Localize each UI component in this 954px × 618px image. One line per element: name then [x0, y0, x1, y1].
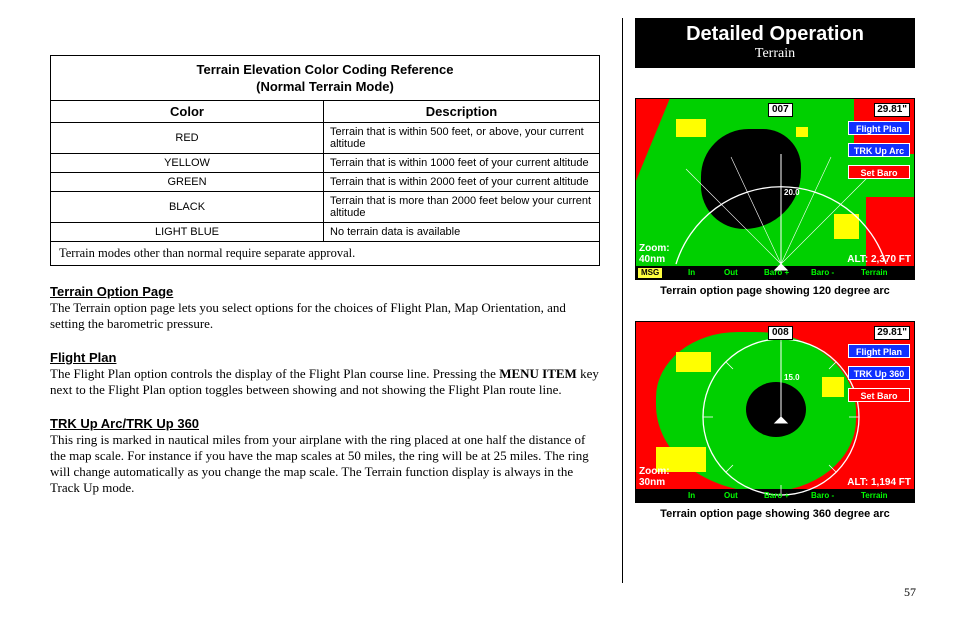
zoom-value: 30nm — [639, 477, 665, 488]
column-divider — [622, 18, 623, 583]
col-header-desc: Description — [324, 101, 600, 123]
section-body: This ring is marked in nautical miles fr… — [50, 432, 600, 496]
radar-display: 20.0 007 29.81" Flight Plan TRK Up Arc S… — [635, 98, 915, 280]
figure-120-arc: 20.0 007 29.81" Flight Plan TRK Up Arc S… — [635, 98, 915, 297]
section-heading: Flight Plan — [50, 350, 600, 365]
softkey-terrain[interactable]: Terrain — [861, 490, 888, 501]
page-header: Detailed Operation Terrain — [635, 18, 915, 68]
softkey-baro-plus[interactable]: Baro + — [764, 490, 789, 501]
table-row: BLACK Terrain that is more than 2000 fee… — [51, 192, 600, 223]
set-baro-button[interactable]: Set Baro — [848, 165, 910, 179]
figure-caption: Terrain option page showing 120 degree a… — [635, 285, 915, 297]
set-baro-button[interactable]: Set Baro — [848, 388, 910, 402]
color-cell: RED — [51, 123, 324, 154]
table-row: GREEN Terrain that is within 2000 feet o… — [51, 173, 600, 192]
zoom-value: 40nm — [639, 254, 665, 265]
desc-cell: Terrain that is more than 2000 feet belo… — [324, 192, 600, 223]
softkey-in[interactable]: In — [688, 267, 695, 278]
color-cell: LIGHT BLUE — [51, 223, 324, 242]
zoom-label: Zoom: — [639, 466, 670, 477]
color-reference-table: Terrain Elevation Color Coding Reference… — [50, 55, 600, 266]
altitude-readout: ALT: 2,370 FT — [847, 254, 911, 265]
waypoint-distance: 15.0 — [784, 372, 800, 383]
softkey-baro-plus[interactable]: Baro + — [764, 267, 789, 278]
flight-plan-button[interactable]: Flight Plan — [848, 121, 910, 135]
left-column: Terrain Elevation Color Coding Reference… — [50, 55, 600, 496]
table-row: YELLOW Terrain that is within 1000 feet … — [51, 154, 600, 173]
table-footnote: Terrain modes other than normal require … — [51, 242, 600, 266]
softkey-terrain[interactable]: Terrain — [861, 267, 888, 278]
softkey-in[interactable]: In — [688, 490, 695, 501]
section-body: The Terrain option page lets you select … — [50, 300, 600, 332]
trk-up-button[interactable]: TRK Up 360 — [848, 366, 910, 380]
section-heading: Terrain Option Page — [50, 284, 600, 299]
right-column: Detailed Operation Terrain — [635, 18, 915, 520]
section-trk-up: TRK Up Arc/TRK Up 360 This ring is marke… — [50, 416, 600, 496]
text-run: The Flight Plan option controls the disp… — [50, 366, 499, 381]
heading-readout: 008 — [768, 326, 793, 340]
softkey-out[interactable]: Out — [724, 267, 738, 278]
zoom-label: Zoom: — [639, 243, 670, 254]
softkey-baro-minus[interactable]: Baro - — [811, 490, 834, 501]
radar-display: 15.0 008 29.81" Flight Plan TRK Up 360 S… — [635, 321, 915, 503]
table-title: Terrain Elevation Color Coding Reference… — [51, 56, 600, 101]
zoom-readout: Zoom: 30nm — [639, 466, 670, 488]
page-subtitle: Terrain — [635, 46, 915, 62]
baro-readout: 29.81" — [874, 103, 910, 117]
baro-readout: 29.81" — [874, 326, 910, 340]
color-cell: BLACK — [51, 192, 324, 223]
table-title-line2: (Normal Terrain Mode) — [256, 79, 394, 94]
desc-cell: Terrain that is within 2000 feet of your… — [324, 173, 600, 192]
heading-readout: 007 — [768, 103, 793, 117]
color-cell: YELLOW — [51, 154, 324, 173]
softkey-baro-minus[interactable]: Baro - — [811, 267, 834, 278]
col-header-color: Color — [51, 101, 324, 123]
figure-caption: Terrain option page showing 360 degree a… — [635, 508, 915, 520]
table-row: RED Terrain that is within 500 feet, or … — [51, 123, 600, 154]
section-flight-plan: Flight Plan The Flight Plan option contr… — [50, 350, 600, 398]
page-title: Detailed Operation — [635, 22, 915, 46]
desc-cell: Terrain that is within 500 feet, or abov… — [324, 123, 600, 154]
softkey-out[interactable]: Out — [724, 490, 738, 501]
page-number: 57 — [904, 585, 916, 600]
desc-cell: Terrain that is within 1000 feet of your… — [324, 154, 600, 173]
waypoint-distance: 20.0 — [784, 187, 800, 198]
msg-annunciator: MSG — [638, 268, 662, 278]
flight-plan-button[interactable]: Flight Plan — [848, 344, 910, 358]
desc-cell: No terrain data is available — [324, 223, 600, 242]
section-terrain-option: Terrain Option Page The Terrain option p… — [50, 284, 600, 332]
trk-up-button[interactable]: TRK Up Arc — [848, 143, 910, 157]
altitude-readout: ALT: 1,194 FT — [847, 477, 911, 488]
table-title-line1: Terrain Elevation Color Coding Reference — [197, 62, 454, 77]
section-body: The Flight Plan option controls the disp… — [50, 366, 600, 398]
zoom-readout: Zoom: 40nm — [639, 243, 670, 265]
color-cell: GREEN — [51, 173, 324, 192]
section-heading: TRK Up Arc/TRK Up 360 — [50, 416, 600, 431]
text-bold: MENU ITEM — [499, 366, 577, 381]
table-row: LIGHT BLUE No terrain data is available — [51, 223, 600, 242]
figure-360-arc: 15.0 008 29.81" Flight Plan TRK Up 360 S… — [635, 321, 915, 520]
